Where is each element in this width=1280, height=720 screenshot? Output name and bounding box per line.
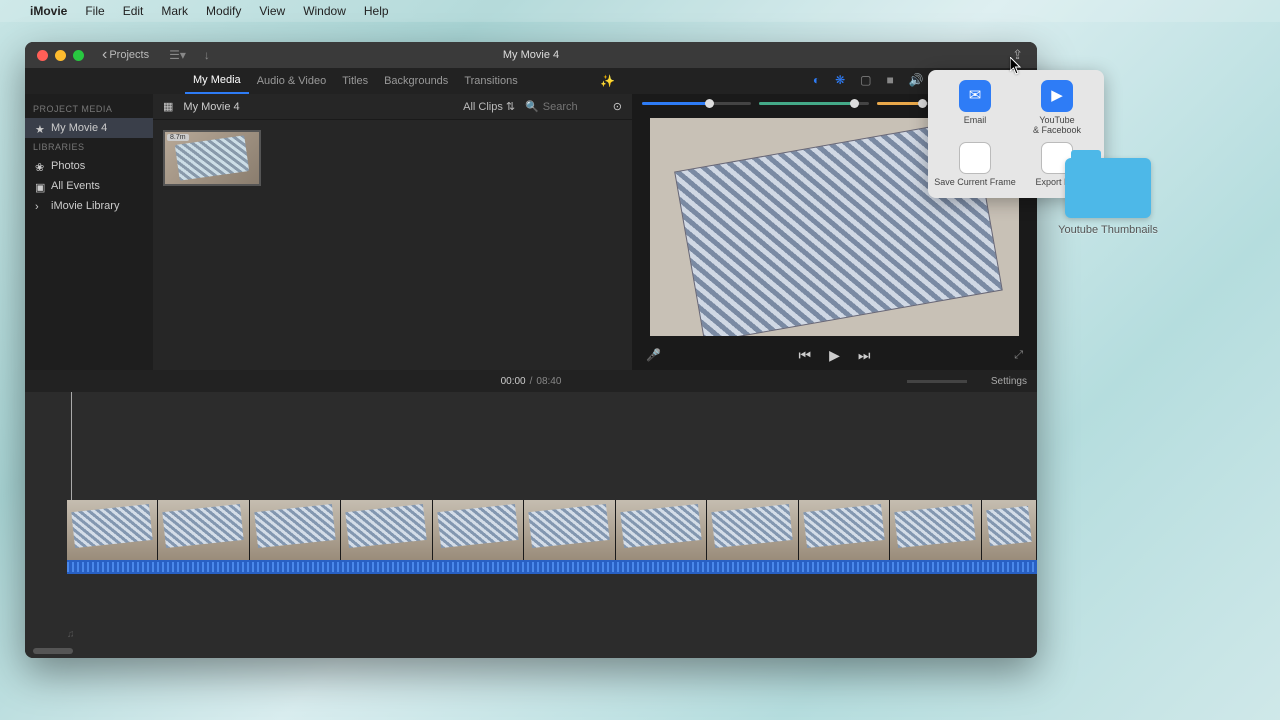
titlebar-tools: ☰▾ ↓: [169, 48, 210, 62]
voiceover-mic-icon[interactable]: 🎤: [646, 348, 661, 362]
folder-icon: [1065, 158, 1151, 218]
clip-thumbnail[interactable]: 8.7m: [163, 130, 261, 186]
timeline-frame[interactable]: [524, 500, 615, 560]
menu-view[interactable]: View: [259, 4, 285, 18]
video-track[interactable]: [67, 500, 1037, 560]
timeline-frame[interactable]: [890, 500, 981, 560]
share-youtube-facebook[interactable]: ▶ YouTube& Facebook: [1016, 80, 1098, 136]
sidebar: PROJECT MEDIA ★My Movie 4 LIBRARIES ❀Pho…: [25, 94, 153, 370]
youtube-icon: ▶: [1041, 80, 1073, 112]
menu-mark[interactable]: Mark: [161, 4, 188, 18]
next-button[interactable]: ⏭: [858, 347, 871, 364]
tab-my-media[interactable]: My Media: [185, 68, 249, 94]
prev-button[interactable]: ⏮: [799, 347, 812, 364]
back-projects-button[interactable]: Projects: [102, 47, 149, 63]
tab-transitions[interactable]: Transitions: [456, 68, 525, 94]
window-title: My Movie 4: [503, 49, 559, 61]
sidebar-section-libraries: LIBRARIES: [25, 138, 153, 156]
share-button[interactable]: ⇪: [1012, 47, 1023, 63]
chevron-right-icon: ›: [35, 201, 45, 211]
email-icon: ✉: [959, 80, 991, 112]
color-correction-icon[interactable]: ❋: [835, 73, 845, 90]
share-email[interactable]: ✉ Email: [934, 80, 1016, 136]
import-icon[interactable]: ↓: [204, 48, 210, 62]
search-icon: 🔍: [525, 100, 539, 113]
close-button[interactable]: [37, 50, 48, 61]
timeline-frame[interactable]: [341, 500, 432, 560]
events-icon: ▣: [35, 181, 45, 191]
media-header: ▦ My Movie 4 All Clips⇅ 🔍 ⊙: [153, 94, 632, 120]
time-display-bar: 00:00 / 08:40 Settings: [25, 370, 1037, 392]
media-grid: 8.7m: [153, 120, 632, 370]
audio-track[interactable]: [67, 560, 1037, 574]
timeline-frame[interactable]: [158, 500, 249, 560]
app-name[interactable]: iMovie: [30, 4, 67, 18]
browser-tabs: My Media Audio & Video Titles Background…: [25, 68, 1037, 94]
macos-menubar: iMovie File Edit Mark Modify View Window…: [0, 0, 1280, 22]
menu-modify[interactable]: Modify: [206, 4, 241, 18]
window-titlebar: Projects ☰▾ ↓ My Movie 4 ⇪: [25, 42, 1037, 68]
imovie-window: Projects ☰▾ ↓ My Movie 4 ⇪ My Media Audi…: [25, 42, 1037, 658]
timeline-scrollbar[interactable]: [33, 648, 73, 654]
sidebar-section-project-media: PROJECT MEDIA: [25, 100, 153, 118]
filmstrip-icon[interactable]: ▦: [163, 100, 173, 113]
sidebar-item-project[interactable]: ★My Movie 4: [25, 118, 153, 138]
minimize-button[interactable]: [55, 50, 66, 61]
timeline-frame[interactable]: [799, 500, 890, 560]
fullscreen-icon[interactable]: ⤢: [1014, 349, 1023, 362]
crop-icon[interactable]: ▢: [860, 73, 871, 90]
timeline-settings[interactable]: Settings: [991, 376, 1027, 387]
slider-1[interactable]: [642, 102, 751, 105]
sidebar-item-photos[interactable]: ❀Photos: [25, 156, 153, 176]
timeline-frame[interactable]: [433, 500, 524, 560]
clip-duration-badge: 8.7m: [167, 134, 189, 141]
photos-icon: ❀: [35, 161, 45, 171]
total-time: 08:40: [536, 376, 561, 387]
maximize-button[interactable]: [73, 50, 84, 61]
star-icon: ★: [35, 123, 45, 133]
search-field[interactable]: 🔍: [525, 100, 603, 113]
play-button[interactable]: ▶: [829, 347, 840, 364]
list-view-icon[interactable]: ☰▾: [169, 48, 186, 62]
slider-2[interactable]: [759, 102, 868, 105]
timeline[interactable]: ♫: [25, 392, 1037, 658]
clip-options-icon[interactable]: ⊙: [613, 100, 622, 113]
time-separator: /: [530, 376, 533, 387]
volume-icon[interactable]: 🔊: [909, 73, 924, 90]
search-input[interactable]: [543, 101, 603, 113]
sidebar-item-all-events[interactable]: ▣All Events: [25, 176, 153, 196]
menu-file[interactable]: File: [85, 4, 104, 18]
desktop-folder[interactable]: Youtube Thumbnails: [1058, 158, 1158, 236]
tab-audio-video[interactable]: Audio & Video: [249, 68, 335, 94]
media-title: My Movie 4: [183, 101, 239, 113]
timeline-frame[interactable]: [67, 500, 158, 560]
menu-edit[interactable]: Edit: [123, 4, 144, 18]
share-save-frame[interactable]: 🖼 Save Current Frame: [934, 142, 1016, 188]
music-track-icon: ♫: [67, 629, 75, 640]
folder-label: Youtube Thumbnails: [1058, 224, 1158, 236]
playhead[interactable]: [71, 392, 72, 512]
chevron-updown-icon: ⇅: [506, 100, 515, 113]
tab-titles[interactable]: Titles: [334, 68, 376, 94]
menu-window[interactable]: Window: [303, 4, 346, 18]
media-browser: ▦ My Movie 4 All Clips⇅ 🔍 ⊙ 8.7m: [153, 94, 632, 370]
menu-help[interactable]: Help: [364, 4, 389, 18]
timeline-frame[interactable]: [616, 500, 707, 560]
stabilize-icon[interactable]: ■: [887, 73, 894, 90]
tab-backgrounds[interactable]: Backgrounds: [376, 68, 456, 94]
current-time: 00:00: [501, 376, 526, 387]
zoom-slider[interactable]: [907, 380, 967, 383]
sidebar-item-library[interactable]: ›iMovie Library: [25, 196, 153, 216]
timeline-frame[interactable]: [982, 500, 1037, 560]
all-clips-dropdown[interactable]: All Clips⇅: [463, 100, 515, 113]
traffic-lights: [25, 50, 84, 61]
timeline-frame[interactable]: [707, 500, 798, 560]
playback-controls: 🎤 ⏮ ▶ ⏭ ⤢: [632, 340, 1037, 370]
timeline-frame[interactable]: [250, 500, 341, 560]
enhance-wand-icon[interactable]: ✨: [600, 74, 615, 88]
image-icon: 🖼: [959, 142, 991, 174]
color-balance-icon[interactable]: ◐: [813, 73, 820, 90]
